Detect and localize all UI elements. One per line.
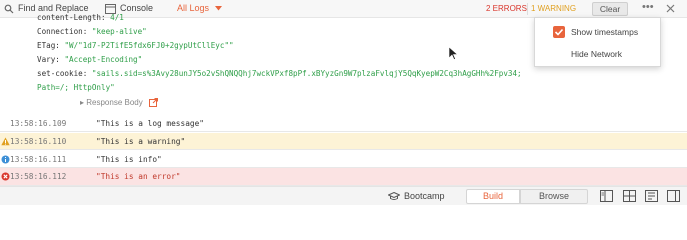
show-timestamps-option[interactable]: Show timestamps (535, 21, 662, 43)
log-message: "This is a log message" (96, 119, 204, 128)
log-level-label: All Logs (177, 3, 210, 13)
header-key: content-Length: (37, 13, 106, 22)
browse-mode-tab[interactable]: Browse (520, 189, 588, 204)
log-timestamp: 13:58:16.111 (10, 155, 67, 164)
header-line: content-Length: 4/1 (37, 13, 124, 22)
warning-count[interactable]: 1 WARNING (531, 0, 576, 17)
header-key: Connection: (37, 27, 88, 36)
header-value: Path=/; HttpOnly" (37, 83, 115, 92)
log-timestamp: 13:58:16.110 (10, 137, 67, 146)
console-label: Console (120, 3, 154, 13)
clear-button[interactable]: Clear (592, 2, 628, 16)
settings-panel-icon[interactable] (667, 190, 680, 202)
log-timestamp: 13:58:16.109 (10, 119, 67, 128)
log-row-error[interactable]: 13:58:16.112 "This is an error" (0, 168, 687, 186)
log-level-dropdown[interactable]: All Logs (177, 0, 222, 17)
header-key: Vary: (37, 55, 60, 64)
hide-network-label: Hide Network (571, 49, 623, 59)
error-count[interactable]: 2 ERRORS (486, 0, 527, 17)
header-key: set-cookie: (37, 69, 88, 78)
log-message: "This is info" (96, 155, 162, 164)
close-icon[interactable] (666, 0, 675, 17)
console-settings-popup: Show timestamps Hide Network (534, 17, 661, 67)
checkmark-icon (554, 28, 564, 36)
header-value: "W/"1d7-P2TifE5fdx6FJ0+2gypUtCllEyc"" (64, 41, 234, 50)
header-line: Connection: "keep-alive" (37, 27, 147, 36)
toolbar-divider (527, 3, 528, 15)
response-body-toggle[interactable]: ▸ Response Body (80, 98, 158, 108)
find-replace-icon (4, 4, 14, 14)
warning-icon (1, 137, 10, 146)
header-value: "sails.sid=s%3Avy28unJY5o2vShQNQQhj7wckV… (91, 69, 522, 78)
build-mode-tab[interactable]: Build (466, 189, 520, 204)
header-value: "keep-alive" (91, 27, 147, 36)
info-icon (1, 155, 10, 164)
open-external-icon[interactable] (148, 98, 158, 108)
graduation-cap-icon (387, 192, 401, 201)
status-bar: Bootcamp Build Browse (0, 186, 687, 205)
log-message: "This is a warning" (96, 137, 186, 146)
header-value: 4/1 (110, 13, 124, 22)
hide-network-checkbox[interactable] (553, 48, 565, 60)
mouse-cursor-icon (449, 47, 458, 60)
log-message: "This is an error" (96, 172, 181, 181)
header-line: Vary: "Accept-Encoding" (37, 55, 142, 64)
header-key: ETag: (37, 41, 60, 50)
help-icon[interactable] (645, 190, 658, 202)
header-line: ETag: "W/"1d7-P2TifE5fdx6FJ0+2gypUtCllEy… (37, 41, 234, 50)
log-timestamp: 13:58:16.112 (10, 172, 67, 181)
bootcamp-button[interactable]: Bootcamp (387, 187, 445, 206)
hide-network-option[interactable]: Hide Network (535, 43, 662, 65)
header-line: Path=/; HttpOnly" (37, 83, 115, 92)
header-line: set-cookie: "sails.sid=s%3Avy28unJY5o2vS… (37, 69, 522, 78)
chevron-down-icon (214, 6, 222, 11)
error-icon (1, 172, 10, 181)
more-options-icon[interactable]: ••• (642, 0, 654, 16)
bootcamp-label: Bootcamp (404, 191, 445, 201)
response-body-label: Response Body (86, 98, 143, 107)
header-value: "Accept-Encoding" (64, 55, 143, 64)
keyboard-shortcuts-icon[interactable] (623, 190, 636, 202)
log-row-log[interactable]: 13:58:16.109 "This is a log message" (0, 115, 687, 132)
show-timestamps-checkbox[interactable] (553, 26, 565, 38)
log-row-info[interactable]: 13:58:16.111 "This is info" (0, 151, 687, 168)
show-timestamps-label: Show timestamps (571, 27, 639, 37)
log-row-warning[interactable]: 13:58:16.110 "This is a warning" (0, 133, 687, 150)
two-pane-layout-icon[interactable] (600, 190, 613, 202)
find-replace-label: Find and Replace (18, 3, 89, 13)
